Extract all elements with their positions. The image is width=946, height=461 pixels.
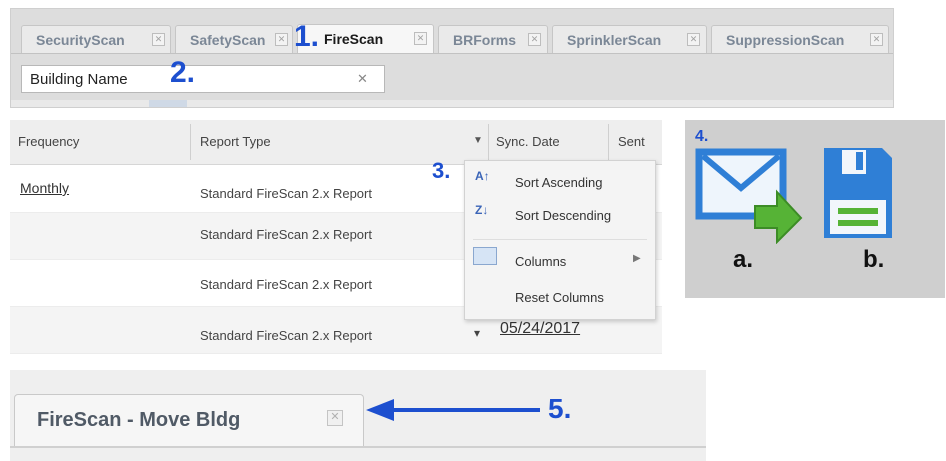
column-menu-trigger-icon[interactable]: ▼ [473,135,483,146]
menu-item-reset-columns[interactable]: Reset Columns [515,290,604,305]
floppy-save-icon[interactable] [820,144,896,242]
tab-label: SecurityScan [36,32,125,48]
frequency-link[interactable]: Monthly [20,180,69,196]
toolbar-highlight [149,100,187,107]
column-context-menu: A↑ Sort Ascending Z↓ Sort Descending Col… [464,160,656,320]
marker-2: 2. [170,56,196,89]
sync-date-link[interactable]: 05/24/2017 [500,320,580,338]
tab-label: FireScan - Move Bldg [37,409,241,431]
marker-1: 1. [294,20,320,53]
column-header-report-type[interactable]: Report Type [190,120,470,164]
tab-label: SprinklerScan [567,32,662,48]
tab-label: SuppressionScan [726,32,845,48]
close-icon[interactable]: ✕ [152,33,165,46]
report-type-cell: Standard FireScan 2.x Report [200,328,372,343]
close-icon[interactable]: ✕ [275,33,288,46]
column-header-sync-date[interactable]: Sync. Date [488,120,608,164]
columns-icon [473,247,497,265]
report-type-cell: Standard FireScan 2.x Report [200,186,372,201]
pointer-arrow-icon [366,399,540,421]
grid-header: Frequency Report Type ▼ Sync. Date Sent [10,120,662,165]
menu-item-sort-ascending[interactable]: Sort Ascending [515,175,602,190]
close-icon[interactable]: ✕ [687,33,700,46]
search-input-value: Building Name [30,71,128,88]
tab-label: SafetyScan [190,32,266,48]
close-icon[interactable]: ✕ [327,410,343,426]
toolbar-strip [11,100,893,107]
sort-descending-icon: Z↓ [475,203,489,217]
report-type-cell: Standard FireScan 2.x Report [200,277,372,292]
tab-suppressionscan[interactable]: SuppressionScan ✕ [711,25,889,53]
tab-brforms[interactable]: BRForms ✕ [438,25,548,53]
module-tab-strip-panel: SecurityScan ✕ SafetyScan ✕ FireScan ✕ B… [10,8,894,108]
report-type-cell: Standard FireScan 2.x Report [200,227,372,242]
row-dropdown-icon[interactable]: ▾ [474,326,480,340]
close-icon[interactable]: ✕ [528,33,541,46]
sort-ascending-icon: A↑ [475,169,490,183]
building-name-input[interactable]: Building Name ✕ [21,65,385,93]
tab-sprinklerscan[interactable]: SprinklerScan ✕ [552,25,707,53]
tab-securityscan[interactable]: SecurityScan ✕ [21,25,171,53]
tab-baseline [10,446,706,448]
column-header-frequency[interactable]: Frequency [10,120,190,164]
column-separator[interactable] [608,124,609,160]
move-bldg-tab-panel: FireScan - Move Bldg ✕ [10,370,706,461]
close-icon[interactable]: ✕ [414,32,427,45]
icon-label-a: a. [733,246,754,273]
submenu-arrow-icon: ▶ [633,253,641,264]
menu-separator [473,239,647,240]
email-send-icon[interactable] [695,144,807,244]
menu-item-columns[interactable]: Columns [515,254,566,269]
clear-icon[interactable]: ✕ [357,71,368,87]
icon-label-b: b. [863,246,885,273]
marker-3: 3. [432,158,451,183]
tab-safetyscan[interactable]: SafetyScan ✕ [175,25,293,53]
action-icons-panel: 4. a. b. [685,120,945,298]
tab-label: BRForms [453,32,517,48]
tab-baseline [11,53,893,54]
tab-firescan-move-bldg[interactable]: FireScan - Move Bldg ✕ [14,394,364,446]
close-icon[interactable]: ✕ [870,33,883,46]
tab-label: FireScan [324,31,384,47]
marker-5: 5. [548,393,572,424]
column-header-sent[interactable]: Sent [610,120,662,164]
menu-item-sort-descending[interactable]: Sort Descending [515,208,611,223]
